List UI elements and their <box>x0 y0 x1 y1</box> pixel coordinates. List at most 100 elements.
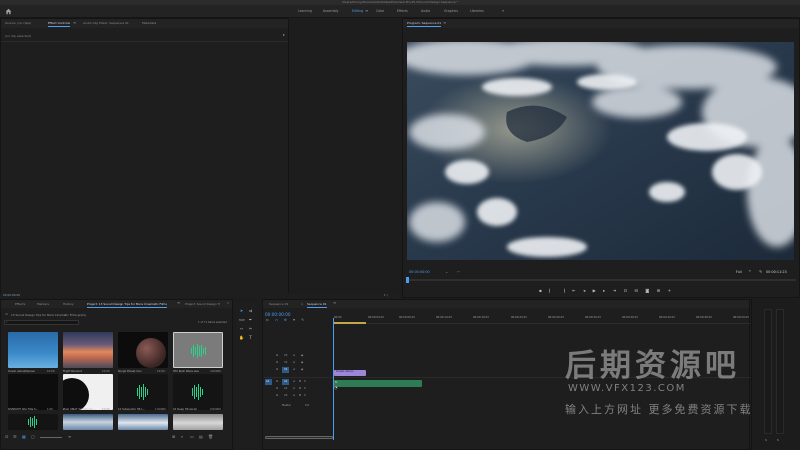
project-tabs-overflow-icon[interactable]: » <box>227 301 229 305</box>
sync-lock-icon[interactable]: ⇄ <box>293 387 295 390</box>
tab-project-sound-design-2[interactable]: Project: Sound Design Ti <box>185 302 220 306</box>
solo-button[interactable]: S <box>304 394 306 397</box>
project-item-thumbnail-selected[interactable] <box>173 332 223 368</box>
tab-program-monitor[interactable]: Program: Sequence 01 <box>407 21 442 27</box>
audio-clip[interactable]: fx <box>334 380 422 387</box>
marker-settings-icon[interactable]: ⌐ <box>457 269 460 274</box>
solo-right-button[interactable]: S <box>777 438 779 442</box>
mute-button[interactable]: M <box>299 380 301 383</box>
workspace-effects[interactable]: Effects <box>397 9 408 13</box>
workspace-libraries[interactable]: Libraries <box>470 9 484 13</box>
icon-view-icon[interactable]: ▦ <box>22 434 26 439</box>
workspace-assembly[interactable]: Assembly <box>323 9 338 13</box>
tab-sequence-01-b[interactable]: Sequence 01 <box>307 302 327 308</box>
master-volume-value[interactable]: 0.0 <box>305 404 309 407</box>
project-item-thumbnail[interactable] <box>63 332 113 368</box>
program-current-timecode[interactable]: 00:00:00:00 <box>409 270 430 274</box>
timeline-playhead[interactable] <box>333 318 334 440</box>
mute-button[interactable]: M <box>299 387 301 390</box>
freeform-view-icon[interactable]: ▢ <box>31 434 35 439</box>
extract-button[interactable]: ⊟ <box>634 288 641 293</box>
selection-tool-icon[interactable]: ➤ <box>239 308 244 313</box>
project-item-thumbnail[interactable] <box>118 374 168 410</box>
workspace-overflow-icon[interactable]: » <box>502 8 504 13</box>
tab-history[interactable]: History <box>63 302 74 306</box>
lock-icon[interactable]: ⊡ <box>5 434 8 439</box>
audio-keyframe-icon[interactable]: ◔ <box>334 385 338 390</box>
razor-tool-icon[interactable]: ✂ <box>248 326 253 331</box>
new-bin-icon[interactable]: ▭ <box>190 434 194 439</box>
timeline-horizontal-scrollbar[interactable] <box>265 436 333 439</box>
go-to-out-button[interactable]: ⇥ <box>613 288 620 293</box>
track-select-tool-icon[interactable]: ⇉ <box>248 308 253 313</box>
sync-lock-icon[interactable]: ⇄ <box>293 361 295 364</box>
track-lock-icon[interactable]: ⊡ <box>276 368 278 371</box>
track-lock-icon[interactable]: ⊡ <box>276 380 278 383</box>
trash-icon[interactable]: 🗑 <box>208 434 213 439</box>
ripple-edit-tool-icon[interactable]: ⟺ <box>239 317 245 322</box>
linked-selection-icon[interactable]: ⊕ <box>284 318 290 322</box>
workspace-editing[interactable]: Editing <box>352 9 363 13</box>
project-search-input[interactable]: ⌕ <box>4 320 79 325</box>
project-item-thumbnail[interactable] <box>8 414 58 430</box>
effect-controls-filter-icon[interactable]: ▾ ⤓ <box>384 293 388 297</box>
tab-project-sound-design[interactable]: Project: 13 Sound Design Tips for More C… <box>87 302 167 308</box>
solo-left-button[interactable]: S <box>765 438 767 442</box>
program-zoom-level[interactable]: Full <box>736 270 742 274</box>
close-tab-icon[interactable]: × <box>301 302 304 306</box>
nest-icon[interactable]: ⊏ <box>266 318 272 322</box>
compare-button[interactable]: ⊞ <box>657 288 664 293</box>
tab-effects[interactable]: Effects <box>15 302 25 306</box>
type-tool-icon[interactable]: T <box>248 335 253 340</box>
work-area-bar[interactable] <box>334 322 366 324</box>
project-item-thumbnail[interactable] <box>118 332 168 368</box>
timeline-ruler[interactable] <box>333 314 750 324</box>
tab-audio-clip-mixer[interactable]: Audio Clip Mixer: Sequence 01 <box>83 21 129 25</box>
list-view-icon[interactable]: ☰ <box>13 434 17 439</box>
tab-sequence-01-a[interactable]: Sequence 01 <box>269 302 289 306</box>
panel-menu-icon[interactable]: ≡ <box>73 20 76 25</box>
tab-effect-controls[interactable]: Effect Controls <box>48 21 70 27</box>
eye-icon[interactable]: ◉ <box>301 354 303 357</box>
eye-icon[interactable]: ◉ <box>301 361 303 364</box>
workspace-menu-icon[interactable]: ≡ <box>365 8 368 13</box>
program-video-frame[interactable] <box>407 42 794 260</box>
mark-in-button[interactable]: ⎸ <box>549 288 556 293</box>
track-lock-icon[interactable]: ⊡ <box>276 354 278 357</box>
project-item-thumbnail[interactable] <box>173 414 223 430</box>
timeline-menu-icon[interactable]: ≡ <box>333 300 336 305</box>
hand-tool-icon[interactable]: ✋ <box>239 335 244 340</box>
program-scrub-bar[interactable] <box>407 279 796 281</box>
go-to-in-button[interactable]: ⇤ <box>572 288 579 293</box>
program-playhead[interactable] <box>406 277 409 283</box>
workspace-learning[interactable]: Learning <box>298 9 312 13</box>
marker-button[interactable]: ▪ <box>539 288 545 293</box>
project-panel-menu-icon[interactable]: ≡ <box>177 300 180 305</box>
project-item-thumbnail[interactable] <box>63 414 113 430</box>
wrench-icon[interactable]: ✎ <box>759 269 762 274</box>
track-lock-icon[interactable]: ⊡ <box>276 361 278 364</box>
find-icon[interactable]: ⌕ <box>181 434 183 439</box>
sync-lock-icon[interactable]: ⇄ <box>293 394 295 397</box>
mute-button[interactable]: M <box>299 394 301 397</box>
add-marker-icon[interactable]: ⌄ <box>445 269 448 274</box>
workspace-color[interactable]: Color <box>376 9 384 13</box>
zoom-slider[interactable] <box>40 437 62 438</box>
snap-icon[interactable]: ∩ <box>275 318 280 322</box>
scrollbar-thumb[interactable] <box>265 436 333 439</box>
sync-lock-icon[interactable]: ⇄ <box>293 380 295 383</box>
new-item-icon[interactable]: ▤ <box>199 434 203 439</box>
add-marker-timeline-icon[interactable]: ▾ <box>293 318 297 322</box>
tab-markers[interactable]: Markers <box>37 302 49 306</box>
program-panel-menu-icon[interactable]: ≡ <box>443 20 446 25</box>
pen-tool-icon[interactable]: ✒ <box>248 317 253 322</box>
add-button-icon[interactable]: + <box>667 288 674 293</box>
project-item-thumbnail[interactable] <box>173 374 223 410</box>
project-item-thumbnail[interactable] <box>118 414 168 430</box>
workspace-graphics[interactable]: Graphics <box>444 9 458 13</box>
project-item-thumbnail[interactable] <box>8 332 58 368</box>
track-lock-icon[interactable]: ⊡ <box>276 387 278 390</box>
solo-button[interactable]: S <box>304 380 306 383</box>
solo-button[interactable]: S <box>304 387 306 390</box>
tab-metadata[interactable]: Metadata <box>142 21 156 25</box>
